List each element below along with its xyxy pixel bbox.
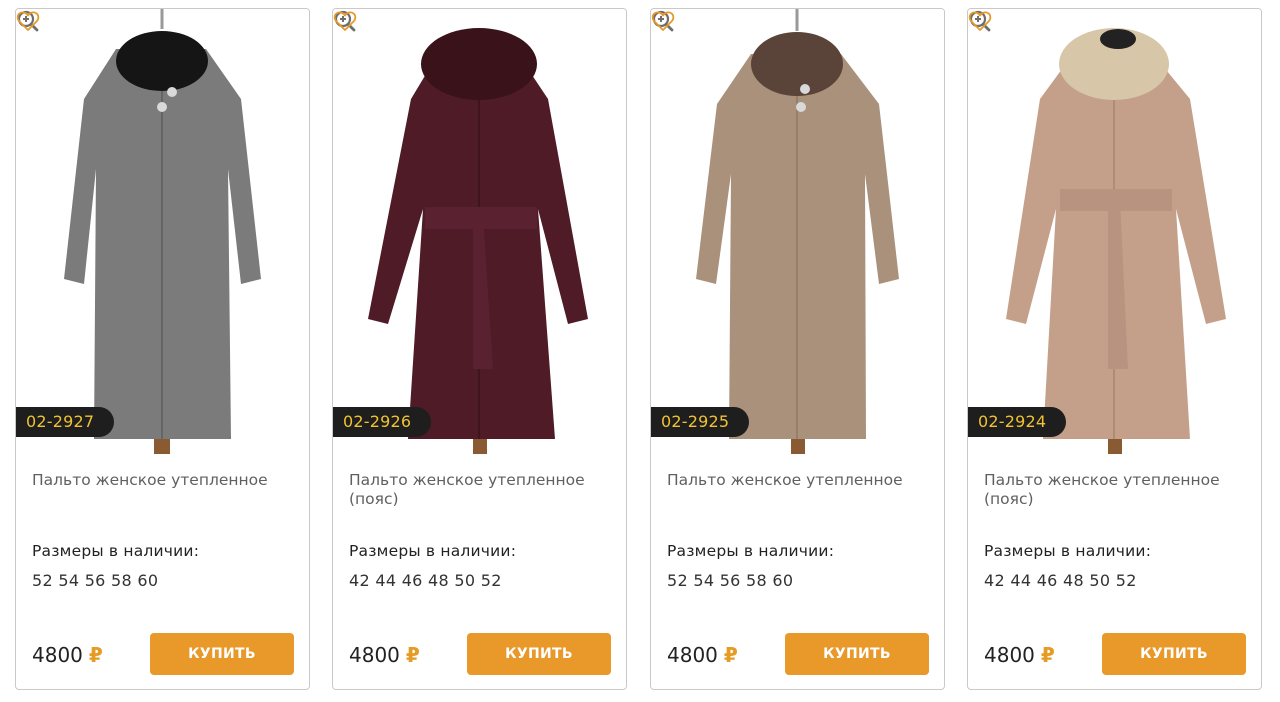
product-title[interactable]: Пальто женское утепленное (пояс) [984,471,1246,509]
price: 4800 ₽ [32,643,103,667]
product-title[interactable]: Пальто женское утепленное (пояс) [349,471,611,509]
sizes-label: Размеры в наличии: [32,542,200,560]
buy-button[interactable]: КУПИТЬ [467,633,611,675]
coat-image [1006,28,1226,454]
buy-button[interactable]: КУПИТЬ [1102,633,1246,675]
ruble-icon: ₽ [723,643,738,667]
article-badge: 02-2927 [16,407,115,437]
price-value: 4800 [349,643,400,667]
product-title[interactable]: Пальто женское утепленное [667,471,929,490]
price: 4800 ₽ [349,643,420,667]
coat-image [64,9,261,454]
sizes-values: 52 54 56 58 60 [32,571,159,590]
sizes-values: 42 44 46 48 50 52 [349,571,502,590]
product-title[interactable]: Пальто женское утепленное [32,471,294,490]
product-grid: 02-2927 Пальто женское утепленное Размер… [0,0,1280,702]
sizes-label: Размеры в наличии: [984,542,1152,560]
product-card[interactable]: 02-2927 Пальто женское утепленное Размер… [15,8,310,690]
article-badge: 02-2925 [651,407,750,437]
product-card[interactable]: 02-2926 Пальто женское утепленное (пояс)… [332,8,627,690]
price-value: 4800 [32,643,83,667]
product-photo[interactable]: 02-2927 [16,9,309,454]
price: 4800 ₽ [667,643,738,667]
product-card[interactable]: 02-2924 Пальто женское утепленное (пояс)… [967,8,1262,690]
sizes-label: Размеры в наличии: [349,542,517,560]
ruble-icon: ₽ [88,643,103,667]
ruble-icon: ₽ [1040,643,1055,667]
buy-button[interactable]: КУПИТЬ [150,633,294,675]
product-photo[interactable]: 02-2926 [333,9,626,454]
article-badge: 02-2924 [968,407,1067,437]
coat-image [368,28,588,454]
coat-image [696,9,899,454]
heart-icon[interactable] [16,9,40,33]
price: 4800 ₽ [984,643,1055,667]
buy-button[interactable]: КУПИТЬ [785,633,929,675]
product-photo[interactable]: 02-2924 [968,9,1261,454]
sizes-values: 42 44 46 48 50 52 [984,571,1137,590]
sizes-label: Размеры в наличии: [667,542,835,560]
price-value: 4800 [984,643,1035,667]
ruble-icon: ₽ [405,643,420,667]
sizes-values: 52 54 56 58 60 [667,571,794,590]
product-photo[interactable]: 02-2925 [651,9,944,454]
price-value: 4800 [667,643,718,667]
product-card[interactable]: 02-2925 Пальто женское утепленное Размер… [650,8,945,690]
article-badge: 02-2926 [333,407,432,437]
heart-icon[interactable] [651,9,675,33]
heart-icon[interactable] [968,9,992,33]
heart-icon[interactable] [333,9,357,33]
